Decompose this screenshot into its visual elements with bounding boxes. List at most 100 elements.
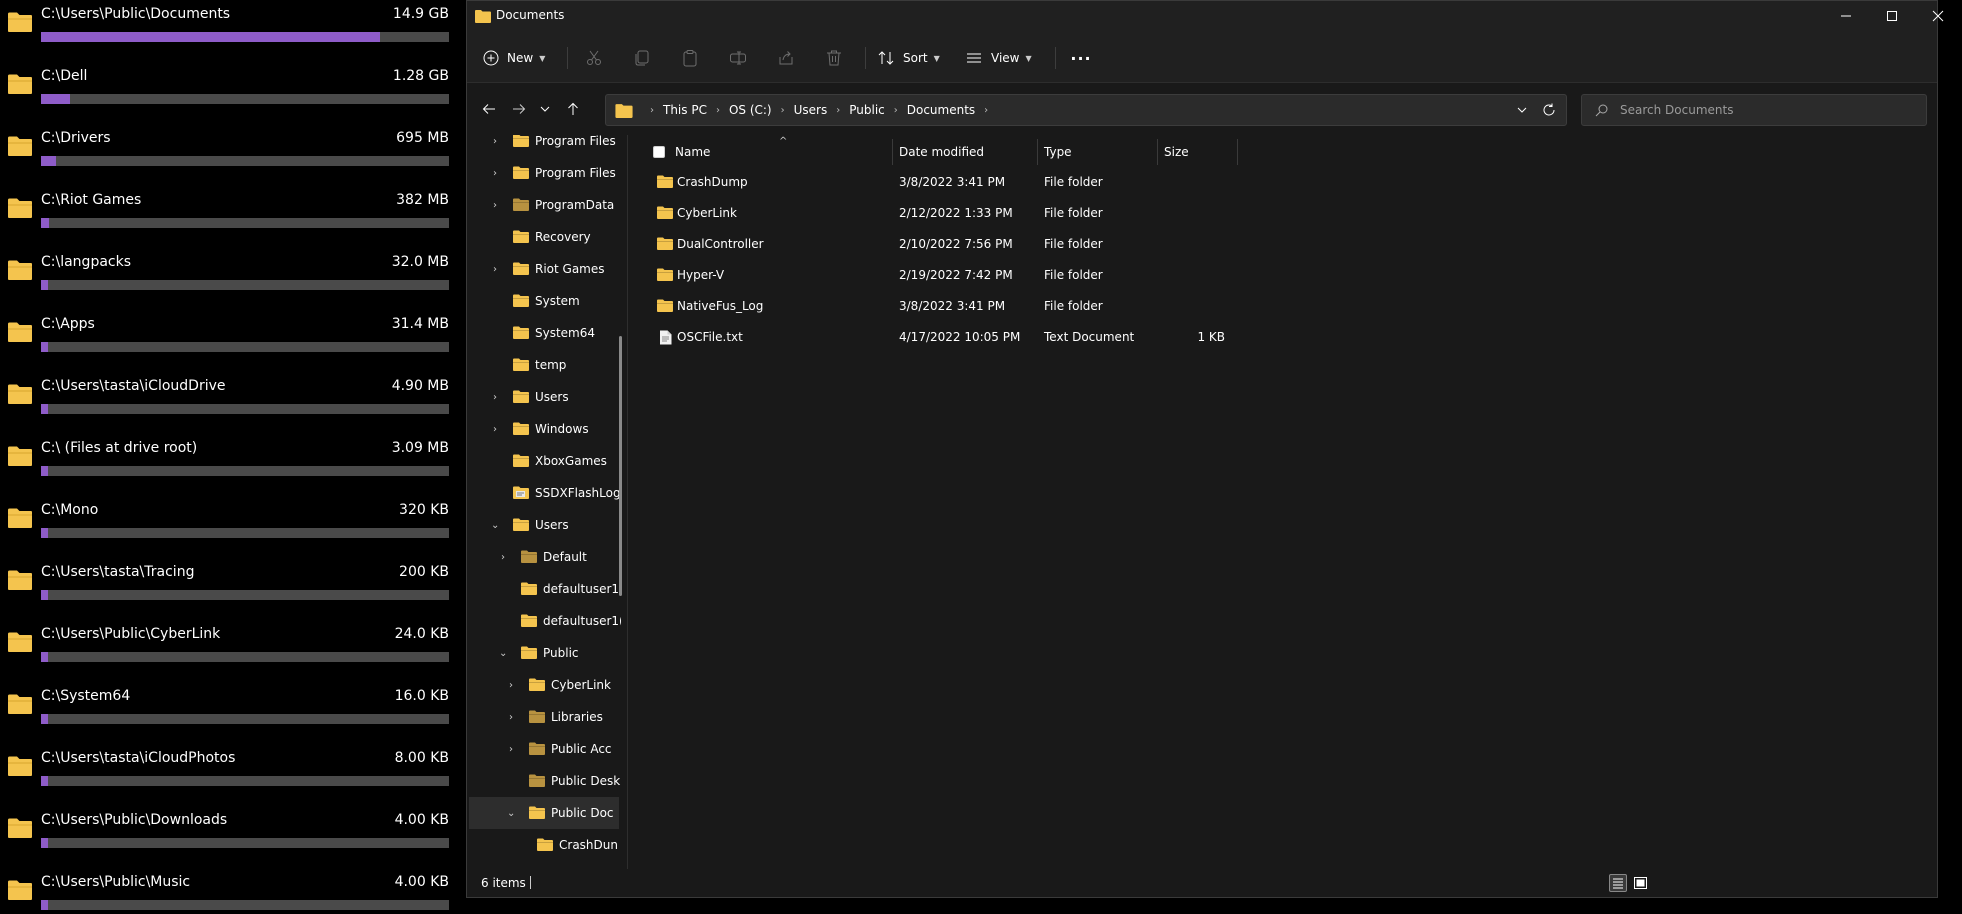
nav-tree-item[interactable]: › Windows xyxy=(469,413,619,445)
rename-button[interactable] xyxy=(729,43,747,73)
file-row[interactable]: DualController 2/10/2022 7:56 PM File fo… xyxy=(629,229,1249,260)
recent-locations-button[interactable] xyxy=(533,97,557,121)
chevron-right-icon[interactable]: › xyxy=(493,392,497,403)
paste-button[interactable] xyxy=(681,43,699,73)
column-header-size[interactable]: Size xyxy=(1164,135,1189,169)
pane-divider[interactable] xyxy=(627,135,628,870)
nav-tree-item[interactable]: › Program Files xyxy=(469,135,619,157)
chevron-right-icon[interactable]: › xyxy=(493,136,497,147)
nav-tree-label: defaultuser1( xyxy=(543,582,621,596)
disk-usage-row[interactable]: C:\langpacks 32.0 MB xyxy=(0,248,464,310)
chevron-right-icon[interactable]: › xyxy=(509,744,513,755)
nav-tree-item[interactable]: › Program Files xyxy=(469,157,619,189)
nav-tree-item[interactable]: defaultuser1( xyxy=(469,573,621,605)
tiles-view-toggle[interactable] xyxy=(1631,874,1649,892)
nav-tree-item[interactable]: ⌄ Users xyxy=(469,509,619,541)
back-button[interactable] xyxy=(477,97,501,121)
column-header-type[interactable]: Type xyxy=(1044,135,1072,169)
new-button[interactable]: New ▼ xyxy=(483,43,545,73)
chevron-right-icon[interactable]: › xyxy=(493,424,497,435)
address-box[interactable]: › This PC › OS (C:) › Users › Public › D… xyxy=(605,94,1567,126)
column-divider[interactable] xyxy=(1157,139,1158,165)
nav-tree-item[interactable]: › ProgramData xyxy=(469,189,619,221)
up-button[interactable] xyxy=(561,97,585,121)
file-row[interactable]: NativeFus_Log 3/8/2022 3:41 PM File fold… xyxy=(629,291,1249,322)
search-input[interactable]: Search Documents xyxy=(1581,94,1927,126)
nav-tree-item[interactable]: temp xyxy=(469,349,619,381)
breadcrumb-users[interactable]: Users xyxy=(794,103,828,117)
nav-tree-item[interactable]: defaultuser1( xyxy=(469,605,621,637)
file-row[interactable]: Hyper-V 2/19/2022 7:42 PM File folder xyxy=(629,260,1249,291)
close-button[interactable] xyxy=(1915,1,1961,31)
column-divider[interactable] xyxy=(1037,139,1038,165)
disk-usage-row[interactable]: C:\Mono 320 KB xyxy=(0,496,464,558)
folder-size: 4.00 KB xyxy=(394,874,449,890)
file-row[interactable]: OSCFile.txt 4/17/2022 10:05 PM Text Docu… xyxy=(629,322,1249,353)
details-view-toggle[interactable] xyxy=(1609,874,1627,892)
breadcrumb-os-c[interactable]: OS (C:) xyxy=(729,103,772,117)
disk-usage-row[interactable]: C:\Users\Public\CyberLink 24.0 KB xyxy=(0,620,464,682)
nav-tree-item[interactable]: Public Desk xyxy=(469,765,620,797)
column-header-name[interactable]: Name xyxy=(675,135,710,169)
disk-usage-row[interactable]: C:\Users\tasta\iCloudPhotos 8.00 KB xyxy=(0,744,464,806)
disk-usage-row[interactable]: C:\Dell 1.28 GB xyxy=(0,62,464,124)
minimize-button[interactable] xyxy=(1823,1,1869,31)
nav-tree-item[interactable]: ⌄ Public Doc xyxy=(469,797,619,829)
forward-button[interactable] xyxy=(507,97,531,121)
nav-tree-item[interactable]: › CyberLink xyxy=(469,669,619,701)
column-header-date[interactable]: Date modified xyxy=(899,135,984,169)
nav-tree-item[interactable]: System64 xyxy=(469,317,619,349)
chevron-down-icon[interactable]: ⌄ xyxy=(491,520,499,531)
file-row[interactable]: CyberLink 2/12/2022 1:33 PM File folder xyxy=(629,198,1249,229)
breadcrumb-this-pc[interactable]: This PC xyxy=(663,103,707,117)
nav-tree-item[interactable]: Recovery xyxy=(469,221,619,253)
navigation-scrollbar[interactable] xyxy=(619,336,622,596)
column-divider[interactable] xyxy=(1237,139,1238,165)
nav-tree-item[interactable]: SSDXFlashLog xyxy=(469,477,621,509)
delete-button[interactable] xyxy=(825,43,843,73)
disk-usage-row[interactable]: C:\ (Files at drive root) 3.09 MB xyxy=(0,434,464,496)
sort-button[interactable]: Sort ▼ xyxy=(877,43,940,73)
share-button[interactable] xyxy=(777,43,795,73)
disk-usage-row[interactable]: C:\System64 16.0 KB xyxy=(0,682,464,744)
disk-usage-row[interactable]: C:\Users\Public\Music 4.00 KB xyxy=(0,868,464,914)
address-history-dropdown[interactable] xyxy=(1516,104,1528,116)
see-more-button[interactable]: ··· xyxy=(1061,43,1101,73)
view-button[interactable]: View ▼ xyxy=(965,43,1032,73)
cut-button[interactable] xyxy=(585,43,603,73)
breadcrumb-public[interactable]: Public xyxy=(849,103,885,117)
chevron-right-icon[interactable]: › xyxy=(493,264,497,275)
disk-usage-row[interactable]: C:\Apps 31.4 MB xyxy=(0,310,464,372)
chevron-down-icon[interactable]: ⌄ xyxy=(507,808,515,819)
nav-tree-item[interactable]: ⌄ Public xyxy=(469,637,619,669)
file-row[interactable]: CrashDump 3/8/2022 3:41 PM File folder xyxy=(629,167,1249,198)
nav-tree-item[interactable]: System xyxy=(469,285,619,317)
chevron-right-icon[interactable]: › xyxy=(501,552,505,563)
nav-tree-item[interactable]: CrashDun xyxy=(469,829,619,861)
chevron-right-icon[interactable]: › xyxy=(493,200,497,211)
maximize-button[interactable] xyxy=(1869,1,1915,31)
chevron-down-icon[interactable]: ⌄ xyxy=(499,648,507,659)
nav-tree-item[interactable]: › Public Acc xyxy=(469,733,619,765)
disk-usage-row[interactable]: C:\Users\Public\Downloads 4.00 KB xyxy=(0,806,464,868)
nav-tree-item[interactable]: › Riot Games xyxy=(469,253,619,285)
column-divider[interactable] xyxy=(892,139,893,165)
chevron-right-icon[interactable]: › xyxy=(493,168,497,179)
nav-tree-item[interactable]: › Users xyxy=(469,381,619,413)
refresh-icon[interactable] xyxy=(1542,103,1556,117)
chevron-right-icon[interactable]: › xyxy=(509,712,513,723)
disk-usage-row[interactable]: C:\Users\tasta\Tracing 200 KB xyxy=(0,558,464,620)
disk-usage-row[interactable]: C:\Users\Public\Documents 14.9 GB xyxy=(0,0,464,62)
nav-tree-item[interactable]: › Libraries xyxy=(469,701,619,733)
chevron-right-icon[interactable]: › xyxy=(509,680,513,691)
disk-usage-row[interactable]: C:\Users\tasta\iCloudDrive 4.90 MB xyxy=(0,372,464,434)
disk-usage-row[interactable]: C:\Riot Games 382 MB xyxy=(0,186,464,248)
view-label: View xyxy=(991,51,1020,65)
select-all-checkbox[interactable] xyxy=(653,146,665,158)
nav-tree-item[interactable]: › Default xyxy=(469,541,619,573)
column-name-label: Name xyxy=(675,145,711,159)
nav-tree-item[interactable]: XboxGames xyxy=(469,445,619,477)
disk-usage-row[interactable]: C:\Drivers 695 MB xyxy=(0,124,464,186)
breadcrumb-documents[interactable]: Documents xyxy=(907,103,975,117)
copy-button[interactable] xyxy=(633,43,651,73)
